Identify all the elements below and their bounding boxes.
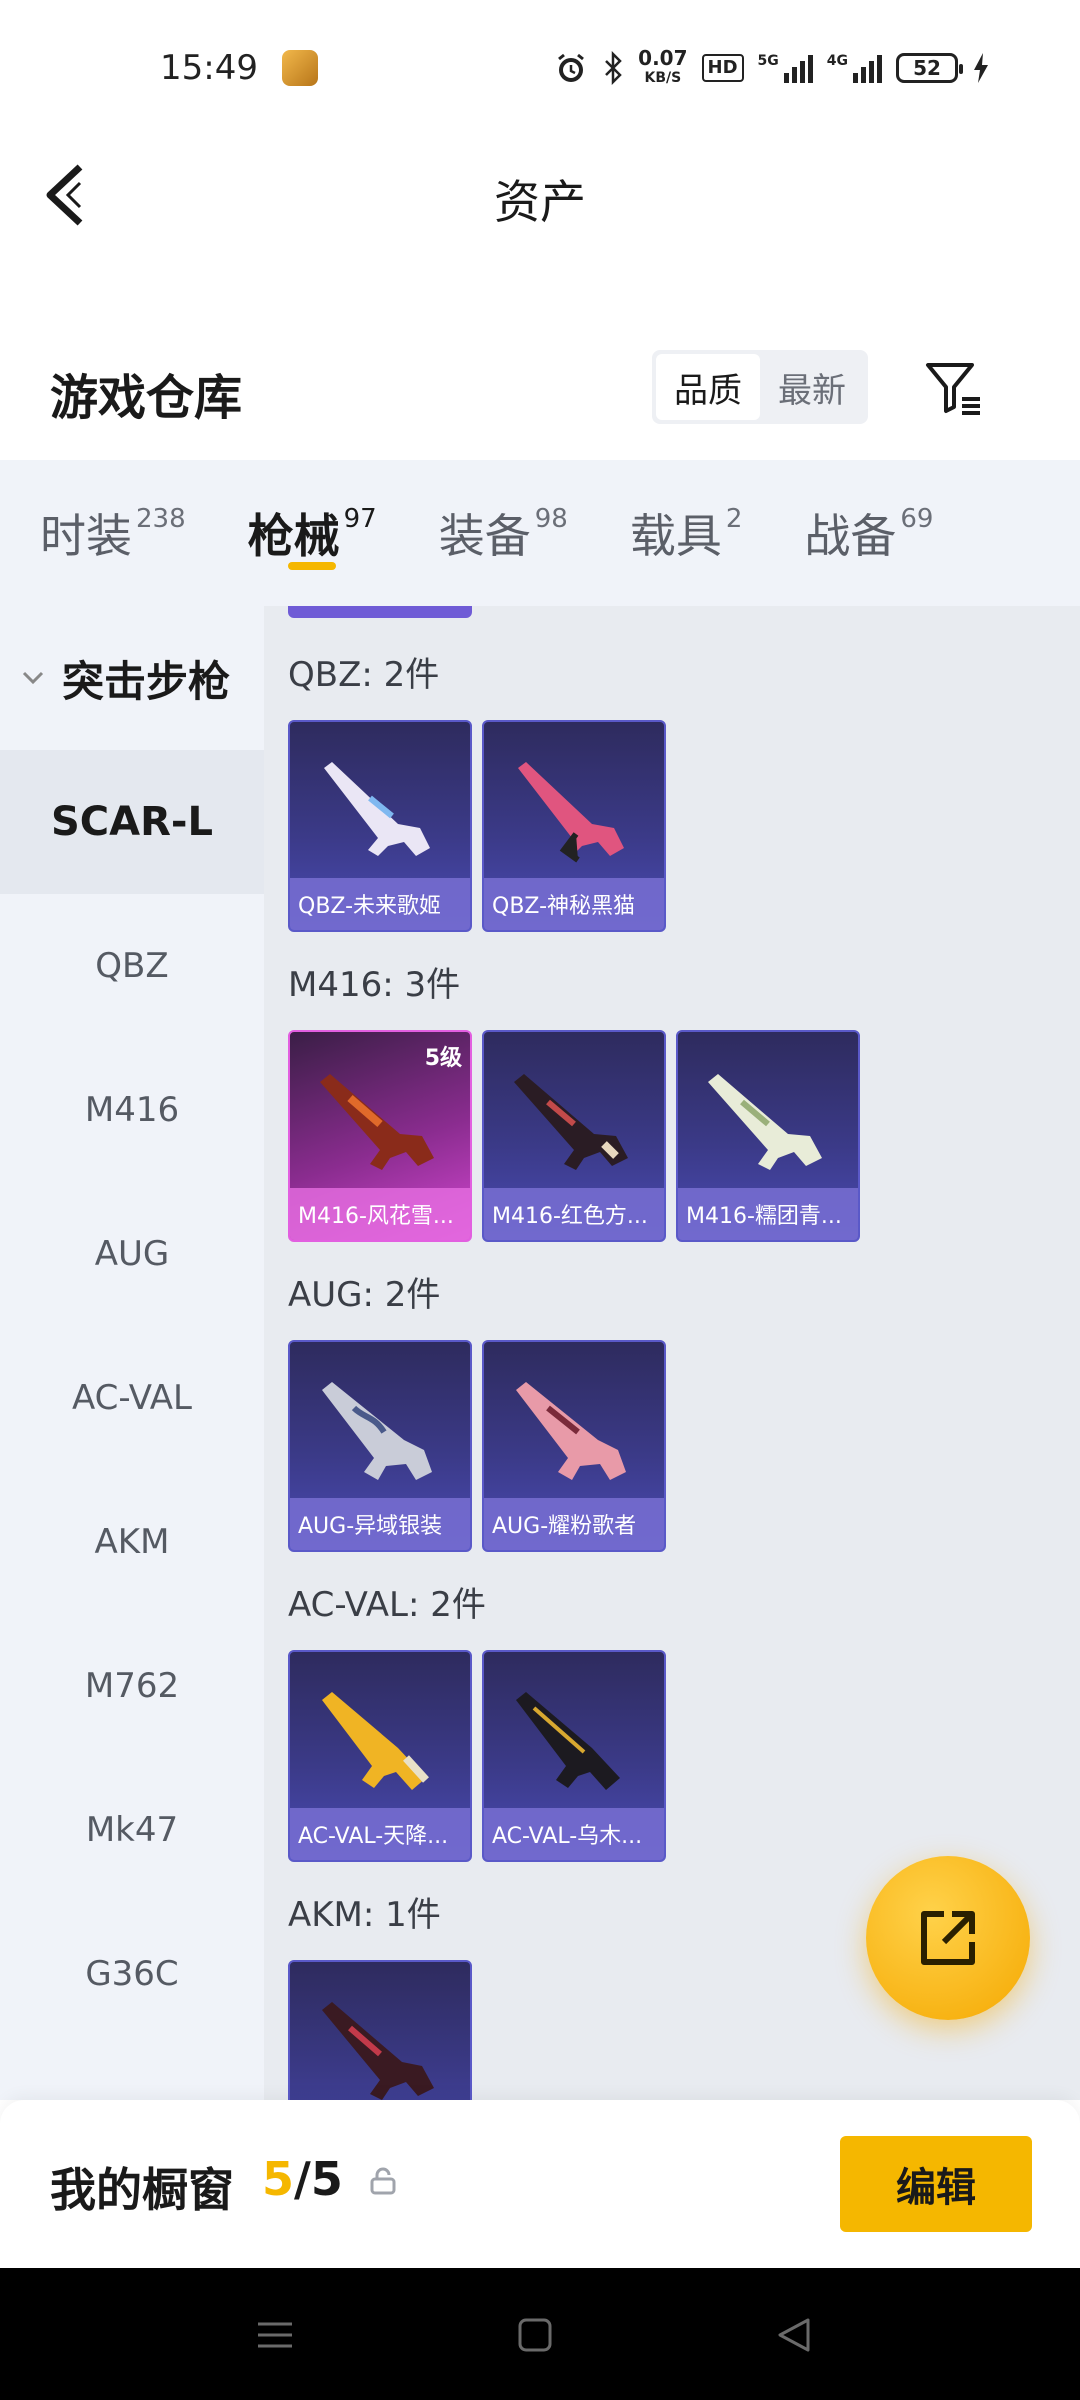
sidebar-item-qbz[interactable]: QBZ	[0, 894, 264, 1038]
section-title: AC-VAL: 2件	[288, 1584, 486, 1625]
weapon-card[interactable]: AUG-耀粉歌者	[482, 1340, 666, 1552]
weapon-name: AUG-耀粉歌者	[484, 1498, 664, 1550]
sidebar-item-aug[interactable]: AUG	[0, 1182, 264, 1326]
section-title: AKM: 1件	[288, 1894, 441, 1935]
tab-fashion[interactable]: 时装 238	[40, 460, 186, 606]
rifle-icon	[708, 1074, 822, 1170]
weapon-name: QBZ-神秘黑猫	[484, 878, 664, 930]
chevron-down-icon	[22, 671, 44, 685]
warehouse-title: 游戏仓库	[50, 370, 243, 426]
sidebar-item-ac-val[interactable]: AC-VAL	[0, 1326, 264, 1470]
bluetooth-icon	[605, 51, 622, 85]
rifle-icon	[518, 762, 624, 863]
weapon-card[interactable]: 5级 M416-风花雪...	[288, 1030, 472, 1242]
menu-icon	[258, 2322, 292, 2348]
tab-supplies[interactable]: 战备 69	[804, 460, 933, 606]
sidebar-item-m416[interactable]: M416	[0, 1038, 264, 1182]
sort-newest-option[interactable]: 最新	[760, 354, 864, 420]
rifle-icon	[516, 1382, 626, 1480]
rifle-icon	[516, 1692, 620, 1790]
home-square-icon	[518, 2318, 552, 2352]
showcase-bar: 我的橱窗 5/5 编辑	[0, 2100, 1080, 2268]
rifle-icon	[322, 1382, 432, 1480]
sidebar-item-g36c[interactable]: G36C	[0, 1902, 264, 2046]
filter-button[interactable]	[922, 355, 986, 419]
rifle-icon	[324, 762, 430, 856]
previous-card-edge	[288, 606, 472, 618]
section-title: QBZ: 2件	[288, 654, 440, 695]
sort-toggle: 品质 最新	[652, 350, 868, 424]
rifle-icon	[322, 2002, 434, 2100]
filter-icon	[926, 363, 980, 415]
tab-firearms[interactable]: 枪械 97	[248, 460, 377, 606]
tab-equipment[interactable]: 装备 98	[439, 460, 568, 606]
level-badge: 5级	[424, 1046, 462, 1071]
share-icon	[921, 1911, 975, 1965]
status-time: 15:49	[160, 48, 258, 88]
signal-5g-icon: 5G	[758, 53, 813, 83]
section-akm: AKM: 1件	[288, 1876, 472, 2100]
section-m416: M416: 3件 5级 M416-风花雪... M416-红色方... M416…	[288, 946, 860, 1242]
status-bar: 15:49 0.07 KB/S HD 5G 4G 52	[0, 0, 1080, 140]
weapon-name: QBZ-未来歌姬	[290, 878, 470, 930]
rifle-icon	[514, 1074, 628, 1170]
weapon-name: M416-红色方...	[484, 1188, 664, 1240]
back-triangle-icon	[778, 2318, 810, 2352]
section-title: AUG: 2件	[288, 1274, 441, 1315]
section-aug: AUG: 2件 AUG-异域银装 AUG-耀粉歌者	[288, 1256, 666, 1552]
weapon-card[interactable]: AUG-异域银装	[288, 1340, 472, 1552]
sidebar-item-m762[interactable]: M762	[0, 1614, 264, 1758]
status-icons: 0.07 KB/S HD 5G 4G 52	[554, 48, 990, 88]
rifle-icon	[322, 1692, 429, 1790]
active-tab-indicator	[287, 562, 336, 570]
page-title: 资产	[494, 175, 586, 229]
network-speed: 0.07 KB/S	[638, 46, 688, 86]
showcase-label: 我的橱窗	[50, 2163, 234, 2217]
weapon-name: M416-糯团青...	[678, 1188, 858, 1240]
edit-button[interactable]: 编辑	[840, 2136, 1032, 2232]
app-notification-icon	[282, 50, 318, 86]
sidebar-item-scar-l[interactable]: SCAR-L	[0, 750, 264, 894]
signal-4g-icon: 4G	[827, 53, 882, 83]
weapon-card[interactable]: M416-糯团青...	[676, 1030, 860, 1242]
weapon-card[interactable]	[288, 1960, 472, 2100]
system-back-button[interactable]	[770, 2310, 820, 2360]
system-navigation-bar	[0, 2268, 1080, 2400]
alarm-icon	[558, 53, 585, 82]
weapon-type-sidebar: 突击步枪 SCAR-L QBZ M416 AUG AC-VAL AKM M762…	[0, 606, 264, 2100]
weapon-card[interactable]: QBZ-未来歌姬	[288, 720, 472, 932]
section-qbz: QBZ: 2件 QBZ-未来歌姬 QBZ-神秘黑猫	[288, 636, 666, 932]
sidebar-item-akm[interactable]: AKM	[0, 1470, 264, 1614]
weapon-name: AC-VAL-天降...	[290, 1808, 470, 1860]
weapon-card[interactable]: QBZ-神秘黑猫	[482, 720, 666, 932]
category-tabs: 时装 238 枪械 97 装备 98 载具 2 战备 69	[0, 460, 1080, 606]
weapon-card[interactable]: M416-红色方...	[482, 1030, 666, 1242]
tab-vehicles[interactable]: 载具 2	[630, 460, 743, 606]
charging-icon	[974, 53, 988, 83]
weapon-name: AC-VAL-乌木...	[484, 1808, 664, 1860]
recent-apps-button[interactable]	[250, 2310, 300, 2360]
weapon-card[interactable]: AC-VAL-乌木...	[482, 1650, 666, 1862]
weapon-name: AUG-异域银装	[290, 1498, 470, 1550]
section-title: M416: 3件	[288, 964, 461, 1005]
showcase-count: 5/5	[262, 2152, 343, 2206]
rifle-icon	[320, 1074, 434, 1170]
home-button[interactable]	[510, 2310, 560, 2360]
sort-quality-option[interactable]: 品质	[656, 354, 760, 420]
sidebar-group-assault-rifles[interactable]: 突击步枪	[0, 606, 264, 750]
weapon-name: M416-风花雪...	[290, 1188, 470, 1240]
battery-icon: 52	[896, 53, 963, 83]
lock-icon	[370, 2167, 396, 2195]
sidebar-item-mk47[interactable]: Mk47	[0, 1758, 264, 1902]
share-fab-button[interactable]	[866, 1856, 1030, 2020]
section-ac-val: AC-VAL: 2件 AC-VAL-天降... AC-VAL-乌木...	[288, 1566, 666, 1862]
hd-badge: HD	[701, 54, 744, 82]
weapon-card[interactable]: AC-VAL-天降...	[288, 1650, 472, 1862]
